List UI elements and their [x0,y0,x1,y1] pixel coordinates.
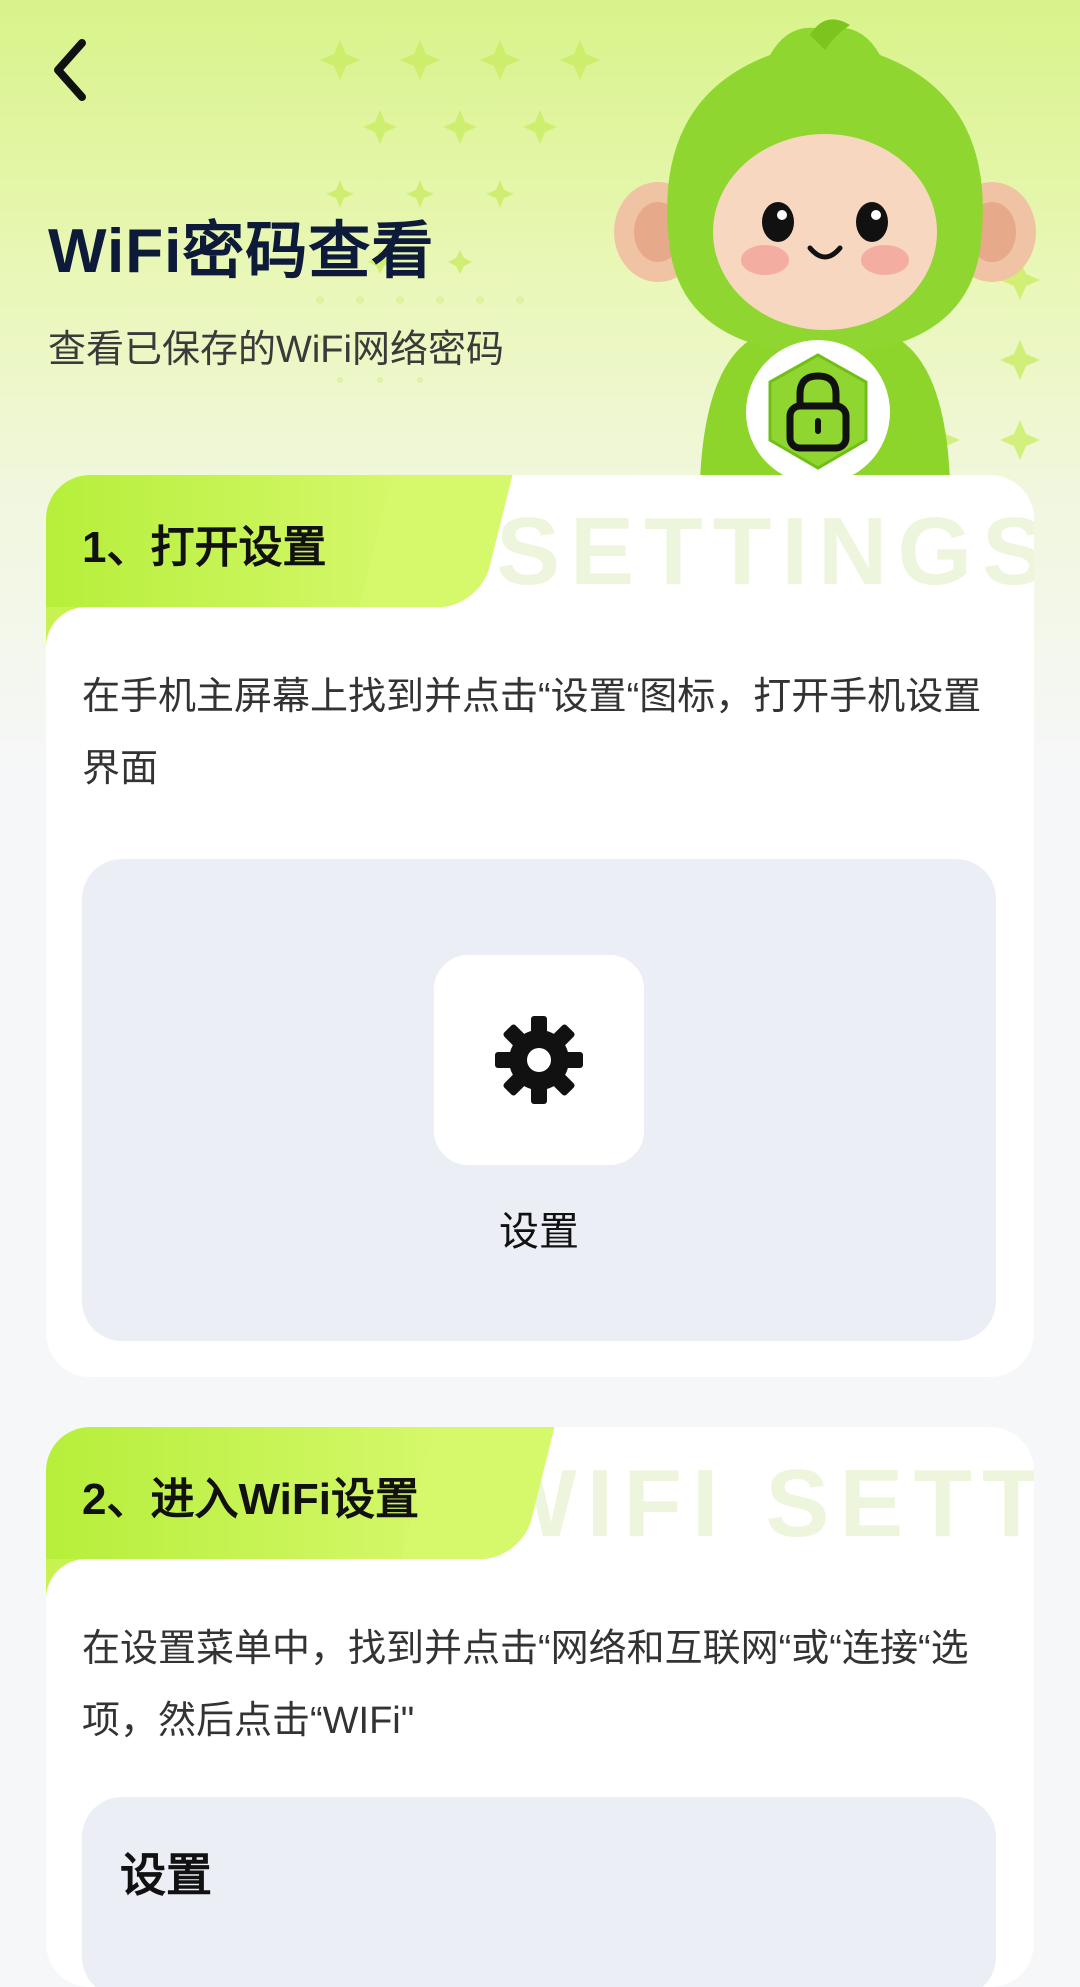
page-subtitle: 查看已保存的WiFi网络密码 [48,329,504,371]
tab-fold [46,607,106,647]
chevron-left-icon [54,39,86,101]
settings-app-tile[interactable] [434,955,644,1165]
step-description: 在手机主屏幕上找到并点击“设置“图标，打开手机设置界面 [82,676,982,790]
step-description: 在设置菜单中，找到并点击“网络和互联网“或“连接“选项，然后点击“WIFi" [82,1628,969,1742]
step-demo: 设置 [82,1797,996,1987]
settings-app-label: 设置 [499,1210,579,1254]
gear-icon [495,1016,583,1104]
tab-fold [46,1559,106,1599]
back-button[interactable] [40,30,100,110]
settings-heading: 设置 [120,1849,212,1901]
page-title: WiFi密码查看 [48,217,435,286]
step-label: 2、进入WiFi设置 [82,1475,419,1524]
step-label: 1、打开设置 [82,523,327,572]
step-card-1: SETTINGS 1、打开设置 在手机主屏幕上找到并点击“设置“图标，打开手机设… [46,475,1034,1377]
step-demo: 设置 [82,859,996,1341]
step-card-2: WIFI SETT 2、进入WiFi设置 在设置菜单中，找到并点击“网络和互联网… [46,1427,1034,1987]
step-watermark: SETTINGS [496,498,1034,605]
mascot-illustration [614,19,1036,480]
step-watermark: WIFI SETT [486,1450,1034,1557]
